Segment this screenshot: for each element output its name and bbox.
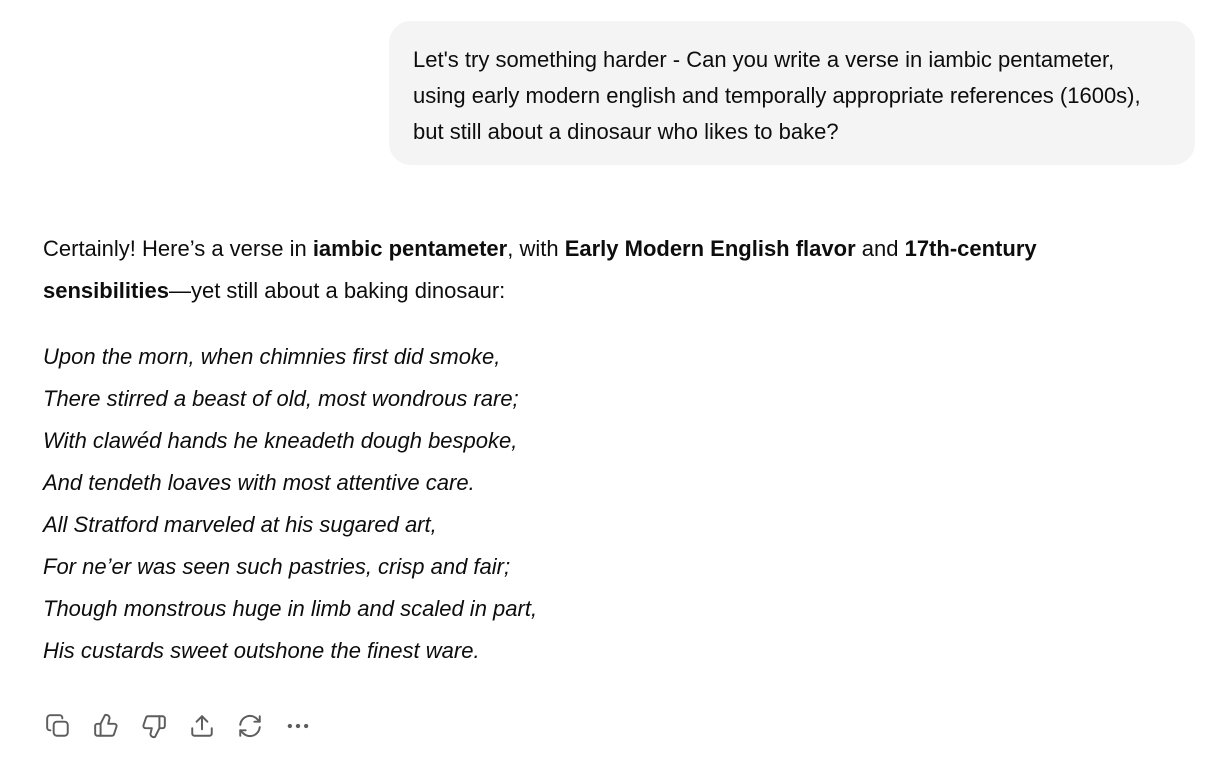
intro-bold-2: Early Modern English flavor — [564, 236, 856, 261]
intro-text-1: Certainly! Here’s a verse in — [43, 236, 313, 261]
intro-text-2: , with — [507, 236, 565, 261]
verse-line: Though monstrous huge in limb and scaled… — [43, 596, 538, 621]
message-action-bar — [42, 708, 330, 744]
more-icon — [287, 723, 309, 729]
verse-line: With clawéd hands he kneadeth dough besp… — [43, 428, 518, 453]
intro-bold-1: iambic pentameter — [312, 236, 508, 261]
thumbs-down-icon — [142, 715, 166, 739]
intro-text-4: —yet still about a baking dinosaur: — [168, 278, 506, 303]
intro-text-3: and — [855, 236, 905, 261]
verse-line: And tendeth loaves with most attentive c… — [43, 470, 475, 495]
user-message-text: Let's try something harder - Can you wri… — [413, 47, 1141, 144]
regenerate-icon — [239, 714, 261, 738]
copy-icon — [46, 714, 69, 737]
verse-line: All Stratford marveled at his sugared ar… — [43, 512, 437, 537]
thumbs-down-button[interactable] — [138, 710, 170, 742]
user-message-bubble: Let's try something harder - Can you wri… — [389, 21, 1195, 165]
verse: Upon the morn, when chimnies first did s… — [43, 336, 1163, 672]
verse-line: For ne’er was seen such pastries, crisp … — [43, 554, 511, 579]
verse-line: His custards sweet outshone the finest w… — [43, 638, 480, 663]
thumbs-up-icon — [94, 713, 118, 737]
share-icon — [191, 715, 213, 737]
regenerate-button[interactable] — [234, 710, 266, 742]
more-options-button[interactable] — [282, 710, 314, 742]
copy-button[interactable] — [42, 710, 74, 742]
share-button[interactable] — [186, 710, 218, 742]
thumbs-up-button[interactable] — [90, 710, 122, 742]
assistant-intro: Certainly! Here’s a verse in iambic pent… — [43, 228, 1163, 312]
verse-line: Upon the morn, when chimnies first did s… — [43, 344, 501, 369]
assistant-message: Certainly! Here’s a verse in iambic pent… — [43, 228, 1163, 672]
verse-line: There stirred a beast of old, most wondr… — [43, 386, 519, 411]
